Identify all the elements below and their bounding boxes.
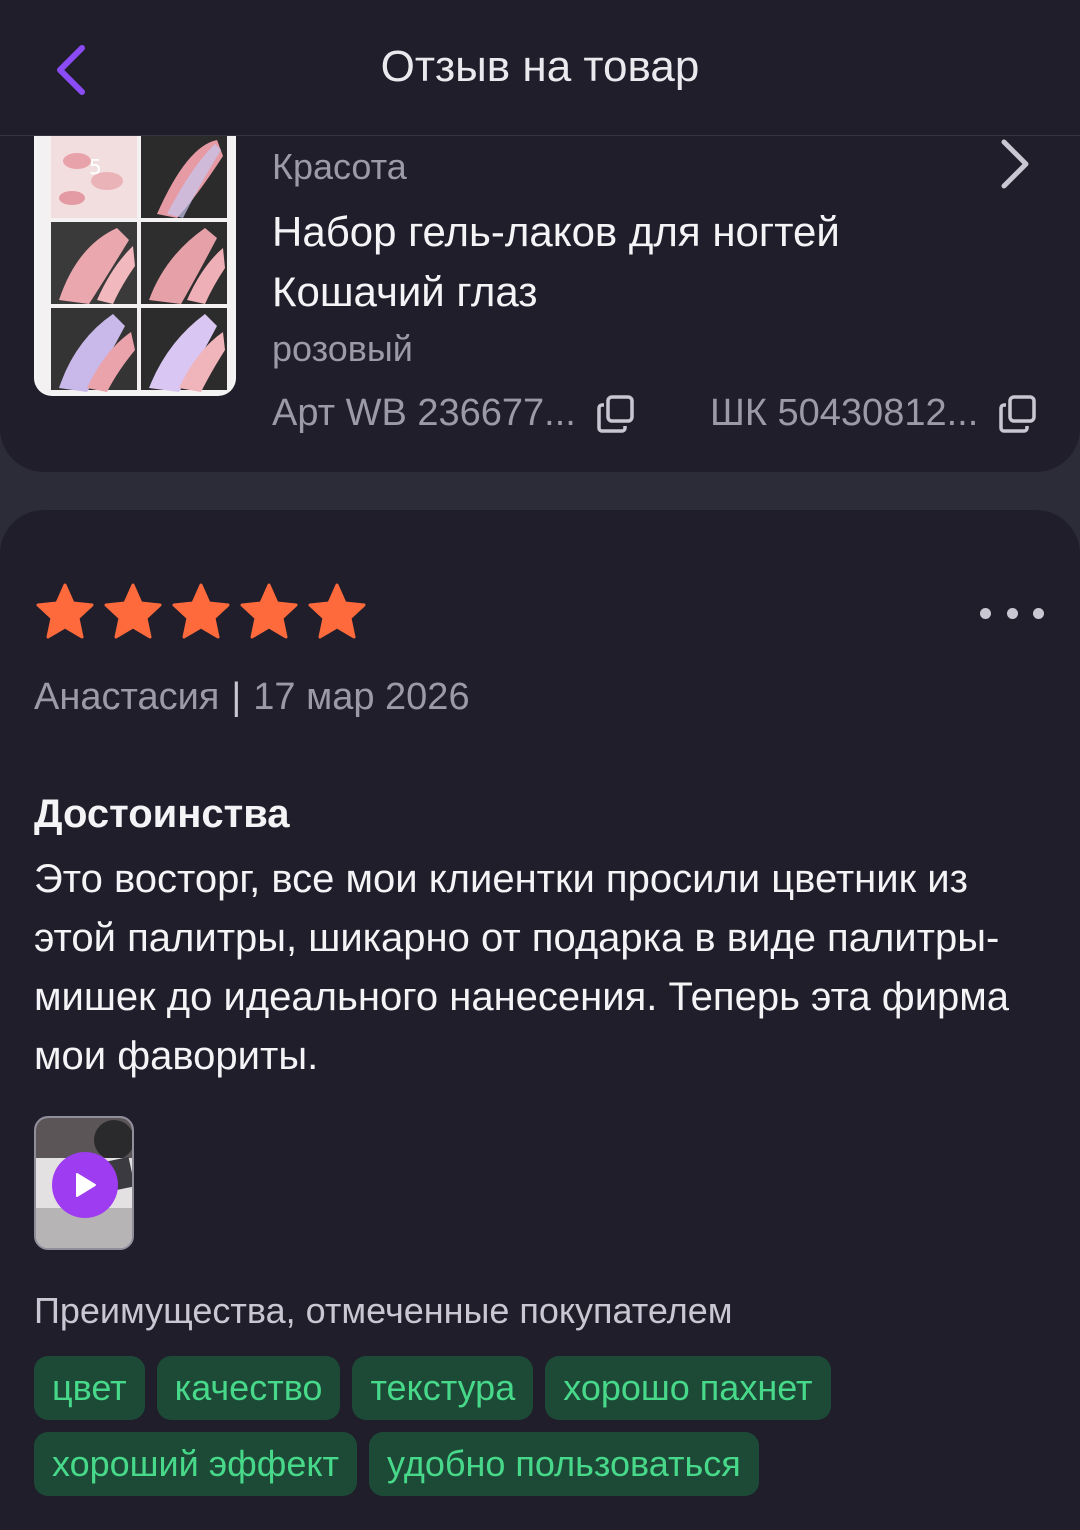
thumb-number: 5 [89, 155, 102, 179]
more-options-button[interactable] [980, 598, 1044, 628]
top-bar: Отзыв на товар [0, 0, 1080, 136]
barcode-number: ШК 50430812... [710, 392, 979, 434]
star-icon [36, 583, 94, 639]
more-dots-icon [980, 607, 991, 619]
page-title: Отзыв на товар [380, 42, 700, 91]
star-icon [172, 583, 230, 639]
benefit-tag[interactable]: текстура [352, 1356, 534, 1420]
star-icon [308, 583, 366, 639]
meta-separator: | [231, 676, 242, 718]
barcode-row: ШК 50430812... [710, 392, 1038, 435]
benefit-tag[interactable]: цвет [34, 1356, 145, 1420]
copy-icon[interactable] [998, 394, 1038, 434]
review-date: 17 мар 2026 [253, 676, 470, 718]
product-image[interactable]: 5 [34, 136, 236, 396]
star-icon [104, 583, 162, 639]
benefit-tag[interactable]: качество [156, 1356, 341, 1420]
review-video[interactable] [34, 1116, 134, 1250]
benefit-tag[interactable]: хорошо пахнет [545, 1356, 831, 1420]
benefit-tag[interactable]: удобно пользоваться [369, 1432, 759, 1496]
product-card[interactable]: 5 Красота Набор гель-лаков для ногтей Ко… [0, 136, 1080, 472]
pros-heading: Достоинства [34, 792, 290, 836]
chevron-right-icon [1001, 139, 1029, 189]
copy-icon[interactable] [596, 394, 636, 434]
star-rating [34, 582, 368, 642]
product-category: Красота [272, 146, 407, 187]
more-dots-icon [1033, 607, 1044, 619]
product-thumbnail-graphic: 5 [37, 136, 233, 393]
article-number: Арт WB 236677... [272, 392, 576, 434]
review-meta: Анастасия | 17 мар 2026 [34, 676, 470, 719]
play-icon [76, 1173, 96, 1197]
star-icon [240, 583, 298, 639]
product-color: розовый [272, 328, 413, 369]
open-product-button[interactable] [990, 136, 1038, 192]
article-row: Арт WB 236677... [272, 392, 636, 435]
benefit-tag[interactable]: хороший эффект [34, 1432, 358, 1496]
author-name: Анастасия [34, 676, 220, 718]
play-button[interactable] [52, 1152, 118, 1218]
benefit-tags: цвет качество текстура хорошо пахнет хороший… [34, 1356, 1054, 1496]
review-card: Анастасия | 17 мар 2026 Достоинства Это во… [0, 510, 1080, 1530]
benefits-label: Преимущества, отмеченные покупателем [34, 1290, 733, 1331]
product-name: Набор гель-лаков для ногтей Кошачий глаз [272, 208, 840, 315]
more-dots-icon [1006, 607, 1018, 619]
review-text: Это восторг, все мои клиентки просили цв… [34, 857, 1010, 1078]
